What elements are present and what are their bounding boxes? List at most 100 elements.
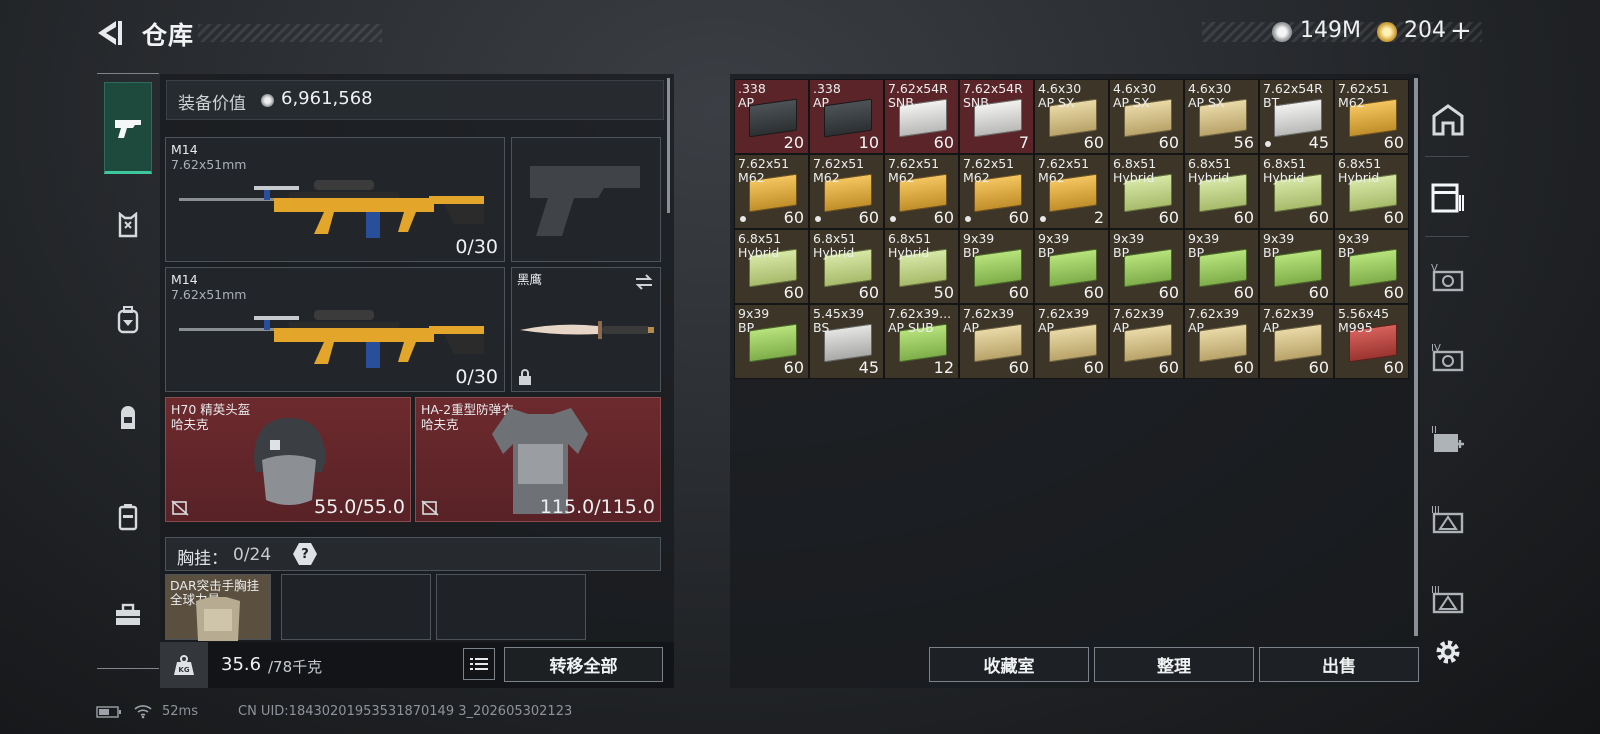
- item-type: AP: [738, 95, 755, 110]
- sidearm-slot-empty[interactable]: [511, 137, 661, 262]
- side-tab-safehouse[interactable]: [1428, 98, 1468, 142]
- stash-item[interactable]: 9x39 BP 60: [1259, 229, 1334, 304]
- stash-item[interactable]: 4.6x30 AP SX 56: [1184, 79, 1259, 154]
- ammo-box-image: [749, 323, 797, 363]
- chest-rig-slot-empty[interactable]: [281, 574, 431, 640]
- transfer-all-button[interactable]: 转移全部: [504, 647, 663, 682]
- ammo-box-image: [824, 98, 872, 138]
- stash-item[interactable]: 7.62x39 AP 60: [1184, 304, 1259, 379]
- side-tab-iii-workbench-b[interactable]: III: [1428, 576, 1468, 620]
- item-quantity: 60: [1158, 208, 1179, 227]
- equipment-scrollbar[interactable]: [667, 78, 670, 213]
- item-type: M995: [1338, 320, 1373, 335]
- side-tab-storage-selected[interactable]: [1428, 176, 1468, 220]
- stash-item[interactable]: 6.8x51 Hybrid 60: [734, 229, 809, 304]
- stash-item[interactable]: 7.62x51 M62 60: [959, 154, 1034, 229]
- sell-button[interactable]: 出售: [1259, 647, 1419, 682]
- stash-item[interactable]: 4.6x30 AP SX 60: [1109, 79, 1184, 154]
- stash-item[interactable]: 9x39 BP 60: [1109, 229, 1184, 304]
- collection-room-button[interactable]: 收藏室: [929, 647, 1089, 682]
- stash-item[interactable]: 6.8x51 Hybrid 60: [809, 229, 884, 304]
- stash-item[interactable]: 5.45x39 BS 45: [809, 304, 884, 379]
- stash-item[interactable]: 7.62x39 AP 60: [1259, 304, 1334, 379]
- sort-button[interactable]: 整理: [1094, 647, 1254, 682]
- silver-coin-icon: [261, 94, 274, 107]
- side-tab-iii-workbench-a[interactable]: III: [1428, 496, 1468, 540]
- ammo-box-image: [824, 323, 872, 363]
- item-type: BP: [1038, 245, 1055, 260]
- add-currency-button[interactable]: +: [1450, 16, 1472, 46]
- chest-rig-item[interactable]: DAR突击手胸挂 全球力量: [165, 574, 271, 641]
- side-divider: [1425, 236, 1469, 237]
- svg-text:KG: KG: [178, 666, 189, 674]
- item-quantity: 60: [1308, 358, 1329, 377]
- stash-item[interactable]: 7.62x51 M62 60: [734, 154, 809, 229]
- rail-tab-backpack[interactable]: [104, 297, 152, 343]
- stash-item[interactable]: 6.8x51 Hybrid 60: [1259, 154, 1334, 229]
- stash-item[interactable]: 7.62x39 AP 60: [1109, 304, 1184, 379]
- helmet-slot[interactable]: H70 精英头盔 哈夫克 55.0/55.0: [165, 397, 411, 522]
- backpack-icon: [117, 306, 139, 334]
- item-caliber: 7.62x39: [1188, 306, 1240, 321]
- stash-item[interactable]: 9x39 BP 60: [1184, 229, 1259, 304]
- swap-icon[interactable]: [634, 274, 654, 290]
- stash-item[interactable]: 7.62x39 AP 60: [959, 304, 1034, 379]
- medical-ii-icon: II: [1431, 425, 1464, 452]
- armor-durability: 115.0/115.0: [539, 496, 655, 518]
- ammo-box-image: [1124, 323, 1172, 363]
- item-quantity: 60: [1308, 208, 1329, 227]
- item-caliber: 7.62x51: [1038, 156, 1090, 171]
- chest-rig-capacity: 0/24: [233, 545, 272, 565]
- stash-item[interactable]: 9x39 BP 60: [1334, 229, 1409, 304]
- item-type: Hybrid: [1113, 170, 1155, 185]
- primary-weapon-slot-1[interactable]: M14 7.62x51mm 0/30: [165, 137, 505, 262]
- stash-item[interactable]: 9x39 BP 60: [959, 229, 1034, 304]
- rail-tab-case[interactable]: [104, 494, 152, 540]
- side-tab-v-range[interactable]: V: [1428, 254, 1468, 298]
- stash-item[interactable]: 9x39 BP 60: [1034, 229, 1109, 304]
- new-item-dot-icon: [1040, 216, 1046, 222]
- chest-rig-slot-empty[interactable]: [436, 574, 586, 640]
- stash-item[interactable]: 9x39 BP 60: [734, 304, 809, 379]
- stash-item[interactable]: 6.8x51 Hybrid 60: [1109, 154, 1184, 229]
- no-repair-icon: [171, 500, 189, 516]
- stash-item[interactable]: 5.56x45 M995 60: [1334, 304, 1409, 379]
- workbench-iii-icon: III: [1431, 585, 1464, 614]
- weight-icon-box: KG: [160, 642, 208, 688]
- stash-item[interactable]: 7.62x39 AP 60: [1034, 304, 1109, 379]
- side-tab-iv-range[interactable]: IV: [1428, 334, 1468, 378]
- stash-item[interactable]: 7.62x51 M62 60: [809, 154, 884, 229]
- stash-item[interactable]: 7.62x54R SNB 7: [959, 79, 1034, 154]
- armor-slot[interactable]: HA-2重型防弹衣 哈夫克 115.0/115.0: [415, 397, 661, 522]
- stash-item[interactable]: 7.62x54R SNB 60: [884, 79, 959, 154]
- stash-item[interactable]: 4.6x30 AP SX 60: [1034, 79, 1109, 154]
- stash-scrollbar[interactable]: [1414, 78, 1418, 636]
- melee-slot[interactable]: 黑鹰: [511, 267, 661, 392]
- primary-weapon-slot-2[interactable]: M14 7.62x51mm 0/30: [165, 267, 505, 392]
- item-quantity: 60: [1008, 283, 1029, 302]
- stash-item[interactable]: 6.8x51 Hybrid 50: [884, 229, 959, 304]
- rail-tab-weapons[interactable]: [104, 105, 152, 151]
- item-type: AP SUB: [888, 320, 934, 335]
- item-type: BP: [1263, 245, 1280, 260]
- safehouse-icon: [1432, 104, 1464, 136]
- side-tab-ii-medical[interactable]: II: [1428, 416, 1468, 460]
- stash-item[interactable]: .338 AP 10: [809, 79, 884, 154]
- stash-item[interactable]: 7.62x54R BT 45: [1259, 79, 1334, 154]
- stash-item[interactable]: 7.62x51 M62 2: [1034, 154, 1109, 229]
- item-caliber: 4.6x30: [1038, 81, 1082, 96]
- stash-item[interactable]: 6.8x51 Hybrid 60: [1184, 154, 1259, 229]
- weapon-name: M14: [171, 142, 198, 157]
- list-view-button[interactable]: [463, 648, 495, 680]
- rail-tab-toolbox[interactable]: [104, 592, 152, 638]
- stash-item[interactable]: 7.62x51 M62 60: [884, 154, 959, 229]
- stash-item[interactable]: 7.62x39... AP SUB 12: [884, 304, 959, 379]
- rail-tab-vest[interactable]: [104, 202, 152, 248]
- stash-item[interactable]: 7.62x51 M62 60: [1334, 79, 1409, 154]
- stash-item[interactable]: 6.8x51 Hybrid 60: [1334, 154, 1409, 229]
- back-arrow-icon[interactable]: [96, 18, 124, 48]
- ammo-box-image: [1274, 323, 1322, 363]
- settings-button[interactable]: [1428, 630, 1468, 674]
- stash-item[interactable]: .338 AP 20: [734, 79, 809, 154]
- rail-tab-pouch[interactable]: [104, 395, 152, 441]
